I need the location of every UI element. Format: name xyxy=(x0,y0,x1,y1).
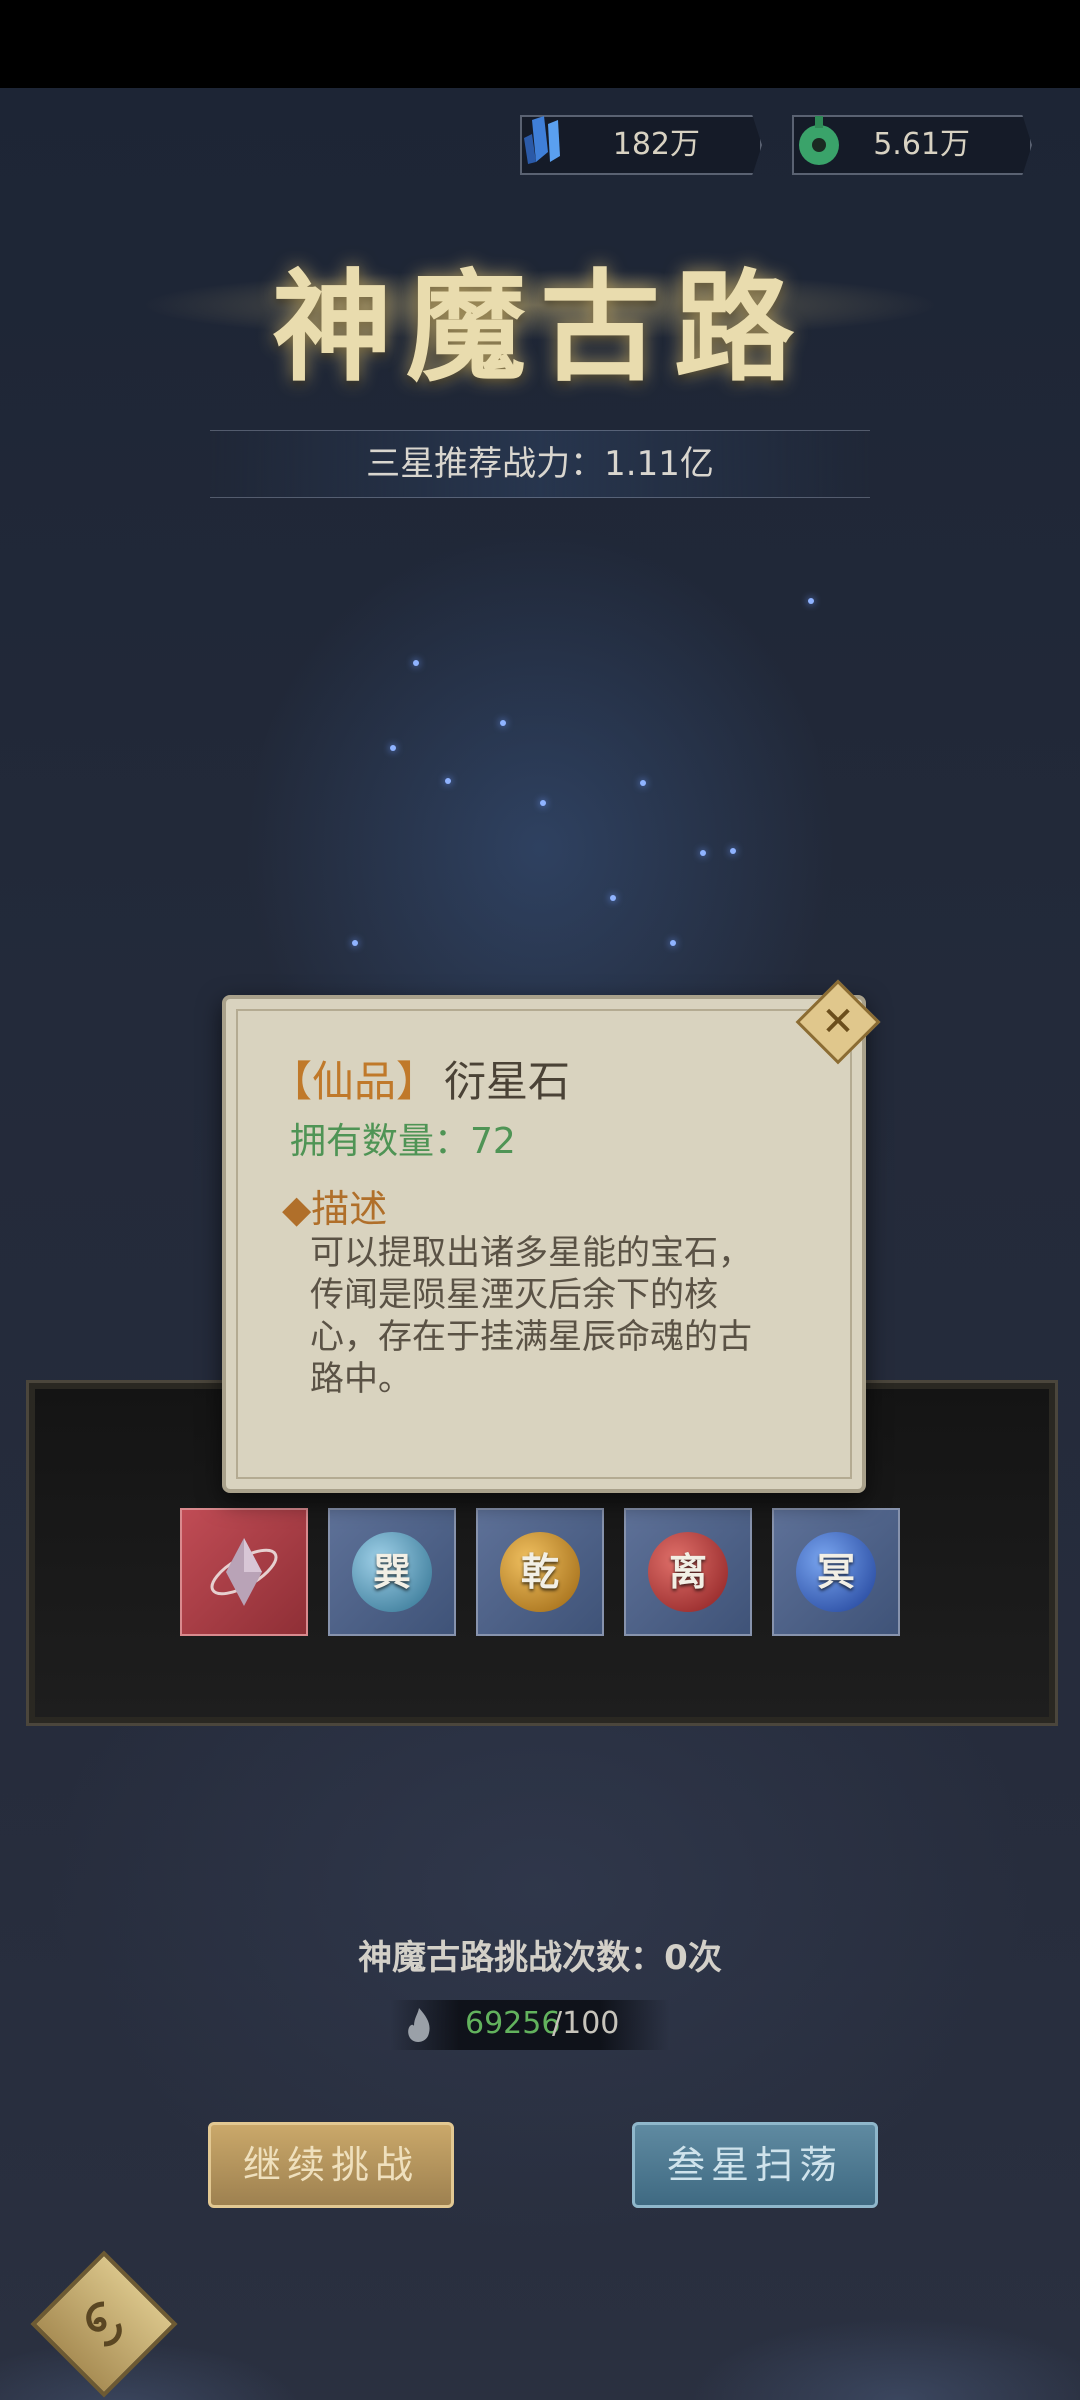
description-text: 可以提取出诸多星能的宝石，传闻是陨星湮灭后余下的核心，存在于挂满星辰命魂的古路中… xyxy=(310,1233,752,1399)
description-heading: ◆描述 xyxy=(282,1187,388,1231)
crystal-amount: 182万 xyxy=(612,127,700,162)
owned-count: 拥有数量：72 xyxy=(290,1121,516,1162)
xun-glyph: 巽 xyxy=(372,1549,411,1594)
xun-orb-icon: 巽 xyxy=(352,1532,432,1612)
energy-max: /100 xyxy=(552,2006,620,2041)
qian-glyph: 乾 xyxy=(520,1549,559,1594)
close-icon: ✕ xyxy=(821,999,855,1045)
reward-slot-li[interactable]: 离 xyxy=(624,1508,752,1636)
star-dot xyxy=(640,780,646,786)
star-dot xyxy=(700,850,706,856)
li-glyph: 离 xyxy=(668,1549,707,1594)
challenge-attempts: 神魔古路挑战次数：0次 xyxy=(358,1938,722,1978)
star-dot xyxy=(445,778,451,784)
star-dot xyxy=(352,940,358,946)
jade-amount: 5.61万 xyxy=(873,127,970,162)
qian-orb-icon: 乾 xyxy=(500,1532,580,1612)
energy-current: 69256 xyxy=(465,2006,561,2041)
back-scroll-icon xyxy=(86,2301,122,2347)
star-dot xyxy=(413,660,419,666)
three-star-sweep-button[interactable]: 叁星扫荡 xyxy=(632,2122,878,2208)
three-star-sweep-label: 叁星扫荡 xyxy=(666,2143,843,2187)
blue-crystal-icon xyxy=(524,116,560,164)
page-title: 神魔古路 xyxy=(272,257,808,398)
star-dot xyxy=(808,598,814,604)
star-dot xyxy=(610,895,616,901)
ming-orb-icon: 冥 xyxy=(796,1532,876,1612)
title-banner: 神魔古路 xyxy=(140,230,940,400)
star-dot xyxy=(540,800,546,806)
reward-slot-star-stone[interactable] xyxy=(180,1508,308,1636)
item-name: 衍星石 xyxy=(444,1057,571,1106)
status-bar xyxy=(0,0,1080,88)
continue-challenge-button[interactable]: 继续挑战 xyxy=(208,2122,454,2208)
item-grade: 【仙品】 xyxy=(270,1057,439,1106)
star-dot xyxy=(730,848,736,854)
li-orb-icon: 离 xyxy=(648,1532,728,1612)
recommended-power-text: 三星推荐战力：1.11亿 xyxy=(366,444,714,484)
reward-slot-xun[interactable]: 巽 xyxy=(328,1508,456,1636)
ming-glyph: 冥 xyxy=(816,1549,855,1594)
continue-challenge-label: 继续挑战 xyxy=(242,2143,419,2187)
spirit-flame-icon xyxy=(408,2008,430,2042)
green-jade-icon xyxy=(799,116,839,165)
star-dot xyxy=(670,940,676,946)
reward-slot-qian[interactable]: 乾 xyxy=(476,1508,604,1636)
star-dot xyxy=(390,745,396,751)
reward-slot-ming[interactable]: 冥 xyxy=(772,1508,900,1636)
star-stone-crystal-icon xyxy=(210,1538,278,1606)
star-dot xyxy=(500,720,506,726)
recommended-power-bar: 三星推荐战力：1.11亿 xyxy=(210,430,870,498)
